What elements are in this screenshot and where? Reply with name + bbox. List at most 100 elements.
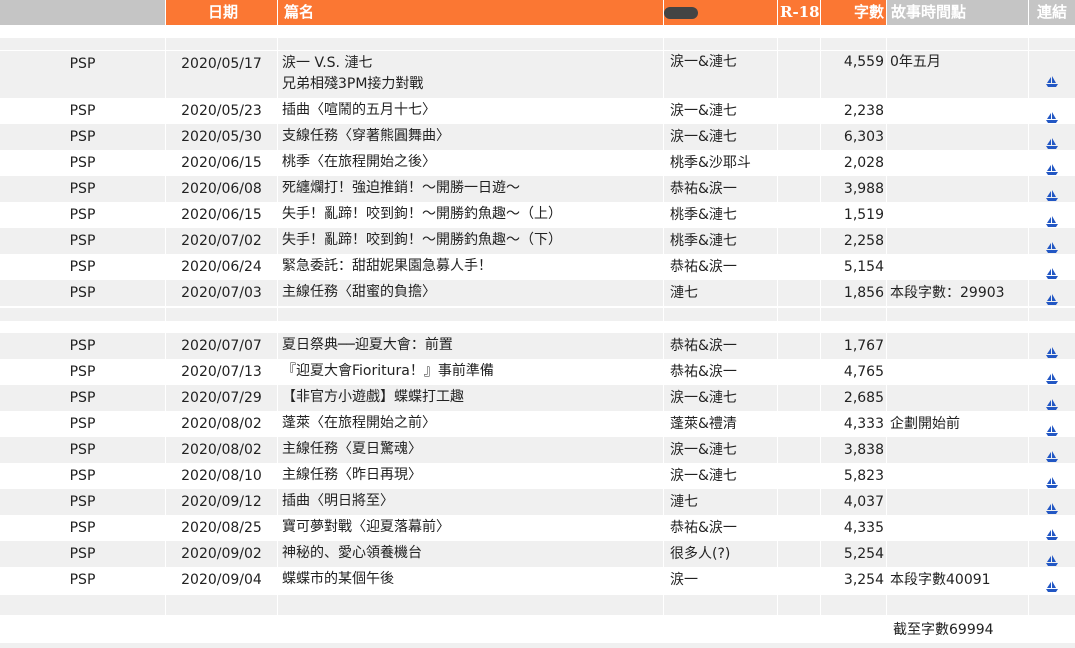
link-cell[interactable] — [1029, 254, 1075, 280]
link-cell[interactable] — [1029, 280, 1075, 306]
characters-cell: 涙一 — [670, 572, 698, 588]
platform-cell: PSP — [69, 520, 96, 536]
word-count-cell: 5,823 — [843, 468, 884, 484]
characters-cell: 涙一&漣七 — [670, 129, 737, 145]
r18-cell — [778, 176, 820, 202]
table-row: PSP 2020/06/08 死纏爛打！強迫推銷！～開勝一日遊～ 恭祐&涙一 3,988 — [0, 176, 1075, 202]
date-cell: 2020/06/08 — [181, 181, 262, 197]
table-row: PSP 2020/05/17 涙一 V.S. 漣七 兄弟相殘3PM接力對戰 涙一&漣七 4… — [0, 51, 1075, 98]
word-count-cell: 2,685 — [843, 390, 884, 406]
ship-icon[interactable] — [1045, 347, 1059, 359]
link-cell[interactable] — [1029, 437, 1075, 463]
link-cell[interactable] — [1029, 385, 1075, 411]
story-time-cell — [887, 437, 1028, 463]
title-cell: 『迎夏大會Fioritura！』事前準備 — [278, 359, 663, 385]
ship-icon[interactable] — [1045, 373, 1059, 385]
link-cell[interactable] — [1029, 228, 1075, 254]
ship-icon[interactable] — [1045, 294, 1059, 306]
title-line: 神秘的、愛心領養機台 — [282, 545, 422, 561]
link-cell[interactable] — [1029, 51, 1075, 98]
ship-icon[interactable] — [1045, 76, 1059, 88]
story-time-cell: 本段字數：29903 — [890, 285, 1005, 301]
date-cell: 2020/05/30 — [181, 129, 262, 145]
title-cell: 插曲〈明日將至〉 — [278, 489, 663, 515]
date-cell: 2020/09/04 — [181, 572, 262, 588]
ship-icon[interactable] — [1045, 425, 1059, 437]
link-cell[interactable] — [1029, 515, 1075, 541]
ship-icon[interactable] — [1045, 581, 1059, 593]
ship-icon[interactable] — [1045, 529, 1059, 541]
characters-cell: 恭祐&涙一 — [670, 259, 737, 275]
link-cell[interactable] — [1029, 98, 1075, 124]
blank-row — [0, 308, 1075, 321]
word-count-cell: 4,335 — [843, 520, 884, 536]
ship-icon[interactable] — [1045, 138, 1059, 150]
link-cell[interactable] — [1029, 567, 1075, 593]
r18-cell — [778, 228, 820, 254]
title-line: 緊急委託：甜甜妮果園急募人手！ — [282, 258, 492, 274]
title-cell: 蝶蝶市的某個午後 — [278, 567, 663, 593]
title-line: 夏日祭典──迎夏大會：前置 — [282, 337, 453, 353]
date-cell: 2020/09/12 — [181, 494, 262, 510]
ship-icon[interactable] — [1045, 555, 1059, 567]
ship-icon[interactable] — [1045, 399, 1059, 411]
table-row: PSP 2020/07/02 失手！亂蹄！咬到鉤！～開勝釣魚趣～（下） 桃季&漣七 2,… — [0, 228, 1075, 254]
title-line: 死纏爛打！強迫推銷！～開勝一日遊～ — [282, 180, 520, 196]
date-cell: 2020/08/25 — [181, 520, 262, 536]
ship-icon[interactable] — [1045, 216, 1059, 228]
platform-cell: PSP — [69, 181, 96, 197]
link-cell[interactable] — [1029, 489, 1075, 515]
ship-icon[interactable] — [1045, 477, 1059, 489]
title-line: 插曲〈明日將至〉 — [282, 493, 394, 509]
link-cell[interactable] — [1029, 150, 1075, 176]
r18-cell — [778, 385, 820, 411]
link-cell[interactable] — [1029, 124, 1075, 150]
ship-icon[interactable] — [1045, 112, 1059, 124]
date-cell: 2020/08/02 — [181, 442, 262, 458]
platform-cell: PSP — [69, 207, 96, 223]
table-row: PSP 2020/08/10 主線任務〈昨日再現〉 涙一&漣七 5,823 — [0, 463, 1075, 489]
column-divider — [277, 25, 278, 643]
ship-icon[interactable] — [1045, 190, 1059, 202]
link-cell[interactable] — [1029, 541, 1075, 567]
story-time-cell — [887, 124, 1028, 150]
word-count-cell: 3,988 — [843, 181, 884, 197]
word-count-cell: 4,037 — [843, 494, 884, 510]
word-count-cell: 5,154 — [843, 259, 884, 275]
platform-cell: PSP — [69, 233, 96, 249]
r18-cell — [778, 541, 820, 567]
link-cell[interactable] — [1029, 176, 1075, 202]
date-cell: 2020/06/15 — [181, 155, 262, 171]
word-count-cell: 4,765 — [843, 364, 884, 380]
platform-cell: PSP — [69, 338, 96, 354]
characters-cell: 漣七 — [670, 285, 698, 301]
title-line: 寶可夢對戰〈迎夏落幕前〉 — [282, 519, 450, 535]
table-row: PSP 2020/07/07 夏日祭典──迎夏大會：前置 恭祐&涙一 1,767 — [0, 333, 1075, 359]
story-time-cell — [887, 515, 1028, 541]
word-count-cell: 5,254 — [843, 546, 884, 562]
title-cell: 主線任務〈夏日驚魂〉 — [278, 437, 663, 463]
link-cell[interactable] — [1029, 359, 1075, 385]
title-line: 失手！亂蹄！咬到鉤！～開勝釣魚趣～（下） — [282, 232, 562, 248]
link-cell[interactable] — [1029, 411, 1075, 437]
ship-icon[interactable] — [1045, 451, 1059, 463]
characters-cell: 桃季&漣七 — [670, 207, 737, 223]
title-line: 『迎夏大會Fioritura！』事前準備 — [282, 363, 494, 379]
column-divider — [663, 25, 664, 643]
header-title: 篇名 — [278, 0, 663, 25]
ship-icon[interactable] — [1045, 164, 1059, 176]
link-cell[interactable] — [1029, 333, 1075, 359]
platform-cell: PSP — [69, 572, 96, 588]
column-divider — [165, 25, 166, 643]
link-cell[interactable] — [1029, 202, 1075, 228]
ship-icon[interactable] — [1045, 503, 1059, 515]
date-cell: 2020/07/07 — [181, 338, 262, 354]
r18-cell — [778, 567, 820, 593]
link-cell[interactable] — [1029, 463, 1075, 489]
ship-icon[interactable] — [1045, 268, 1059, 280]
ship-icon[interactable] — [1045, 242, 1059, 254]
word-count-cell: 1,519 — [843, 207, 884, 223]
word-count-cell: 1,767 — [843, 338, 884, 354]
title-line: 涙一 V.S. 漣七 — [282, 55, 373, 71]
header-word-count: 字數 — [821, 0, 886, 25]
